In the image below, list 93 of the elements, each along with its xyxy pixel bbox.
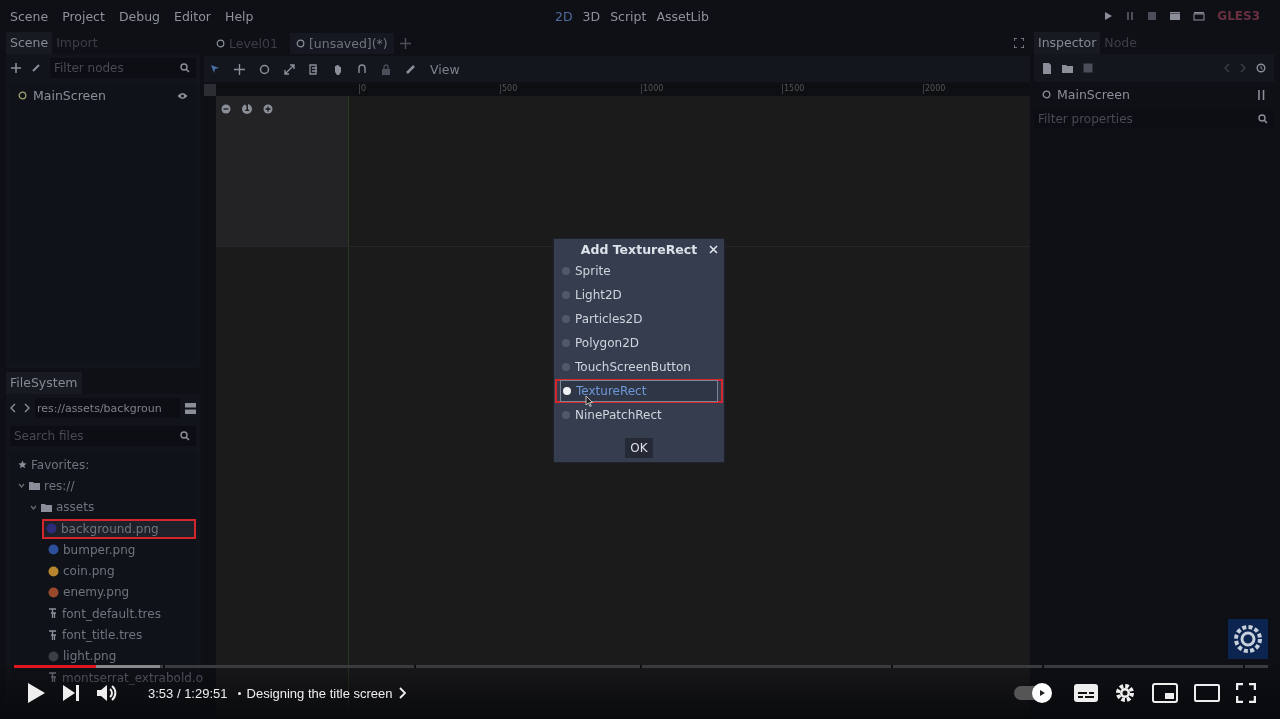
radio-option[interactable]: Polygon2D	[560, 333, 718, 353]
workspace-tab[interactable]: AssetLib	[656, 8, 709, 24]
next-icon[interactable]	[62, 684, 80, 702]
radio-option[interactable]: Light2D	[560, 285, 718, 305]
search-field[interactable]: Search files	[10, 426, 196, 446]
split-icon[interactable]	[185, 402, 196, 414]
filter-input[interactable]: Filter properties	[1038, 112, 1258, 126]
channel-logo[interactable]	[1228, 619, 1268, 659]
subtitles-icon[interactable]	[1074, 684, 1098, 702]
close-icon[interactable]	[709, 245, 718, 254]
time-display: 3:53 / 1:29:51	[148, 685, 228, 701]
file-item[interactable]: background.png	[42, 518, 196, 539]
workspace-tab[interactable]: Script	[610, 8, 647, 24]
menu-item[interactable]: Project	[56, 8, 111, 24]
node-icon	[295, 38, 305, 48]
autoplay-toggle[interactable]	[1014, 686, 1050, 700]
menu-item[interactable]: Help	[219, 8, 260, 24]
scale-icon[interactable]	[284, 63, 295, 75]
folder-icon[interactable]	[1062, 63, 1073, 73]
play-icon[interactable]	[1103, 11, 1114, 21]
theater-icon[interactable]	[1194, 684, 1220, 702]
chevron-icon[interactable]	[398, 687, 406, 699]
pointer-icon[interactable]	[210, 64, 220, 74]
folder-icon	[41, 502, 52, 512]
search-input[interactable]: Search files	[14, 429, 180, 443]
add-icon[interactable]	[10, 62, 22, 74]
radio-option[interactable]: TouchScreenButton	[560, 357, 718, 377]
folder-icon	[29, 481, 40, 491]
menu-item[interactable]: Editor	[168, 8, 217, 24]
tree-item[interactable]: MainScreen	[33, 88, 171, 103]
font-icon	[48, 629, 58, 641]
radio-option[interactable]: Sprite	[560, 261, 718, 281]
zoom-in-icon[interactable]	[263, 104, 273, 114]
file-item[interactable]: res://	[44, 478, 75, 493]
node-icon	[216, 38, 225, 48]
search-icon	[180, 431, 190, 441]
file-item[interactable]: bumper.png	[63, 542, 136, 557]
node-name: MainScreen	[1057, 87, 1131, 102]
clapper-icon[interactable]	[1193, 11, 1206, 21]
separator-dot	[237, 691, 241, 695]
file-item[interactable]: assets	[56, 500, 95, 515]
cursor-icon	[585, 395, 593, 407]
workspace-tab[interactable]: 2D	[555, 8, 573, 24]
file-item[interactable]: font_title.tres	[62, 628, 143, 642]
zoom-reset-button[interactable]: 1	[242, 104, 252, 114]
move-icon[interactable]	[234, 63, 245, 75]
search-icon	[1258, 114, 1268, 124]
menu-item[interactable]: Debug	[112, 8, 166, 24]
rotate-icon[interactable]	[259, 63, 270, 75]
play-icon[interactable]	[26, 682, 46, 704]
zoom-out-icon[interactable]	[221, 104, 231, 114]
file-item[interactable]: light.png	[63, 649, 117, 664]
dock-tab[interactable]: Inspector	[1034, 32, 1101, 54]
search-icon	[180, 63, 190, 73]
radio-option[interactable]: TextureRect	[560, 380, 718, 402]
font-icon	[48, 608, 58, 620]
new-resource-icon[interactable]	[1042, 62, 1052, 74]
caret-icon[interactable]	[18, 482, 25, 490]
tools-icon[interactable]	[1257, 89, 1266, 100]
radio-option[interactable]: NinePatchRect	[560, 405, 718, 425]
chapter-link[interactable]: Designing the title screen	[246, 685, 393, 701]
workspace-tab[interactable]: 3D	[582, 8, 601, 24]
miniplayer-icon[interactable]	[1152, 683, 1178, 703]
node-icon	[1042, 90, 1051, 99]
menu-item[interactable]: Scene	[4, 8, 55, 24]
file-item[interactable]: enemy.png	[63, 585, 130, 600]
editor-tab[interactable]: [unsaved](*)	[289, 32, 394, 54]
volume-icon[interactable]	[96, 683, 118, 703]
forward-icon[interactable]	[24, 403, 30, 413]
file-item[interactable]: coin.png	[63, 564, 115, 579]
play-icon	[1038, 689, 1046, 697]
back-icon[interactable]	[10, 403, 16, 413]
filter-field[interactable]: Filter nodes	[50, 58, 196, 78]
node-icon	[18, 91, 27, 100]
radio-option[interactable]: Particles2D	[560, 309, 718, 329]
filter-input[interactable]: Filter nodes	[54, 61, 180, 75]
dock-tab[interactable]: FileSystem	[6, 372, 82, 394]
file-item[interactable]: Favorites:	[31, 457, 90, 472]
dock-tab[interactable]: Scene	[6, 32, 53, 54]
file-item[interactable]: font_default.tres	[62, 606, 161, 621]
snap-icon[interactable]	[357, 64, 367, 74]
settings-icon[interactable]	[1114, 682, 1136, 704]
eye-icon[interactable]	[177, 91, 188, 100]
progress-bar[interactable]	[12, 665, 1268, 668]
star-icon	[18, 460, 27, 470]
dialog-title: Add TextureRect	[580, 241, 698, 257]
view-menu[interactable]: View	[430, 61, 460, 77]
history-icon[interactable]	[1256, 63, 1266, 73]
clapper-icon[interactable]	[1169, 11, 1182, 21]
ok-button[interactable]: OK	[625, 437, 653, 458]
caret-icon[interactable]	[30, 503, 37, 511]
list-icon[interactable]	[309, 63, 319, 75]
font-icon	[48, 672, 58, 684]
